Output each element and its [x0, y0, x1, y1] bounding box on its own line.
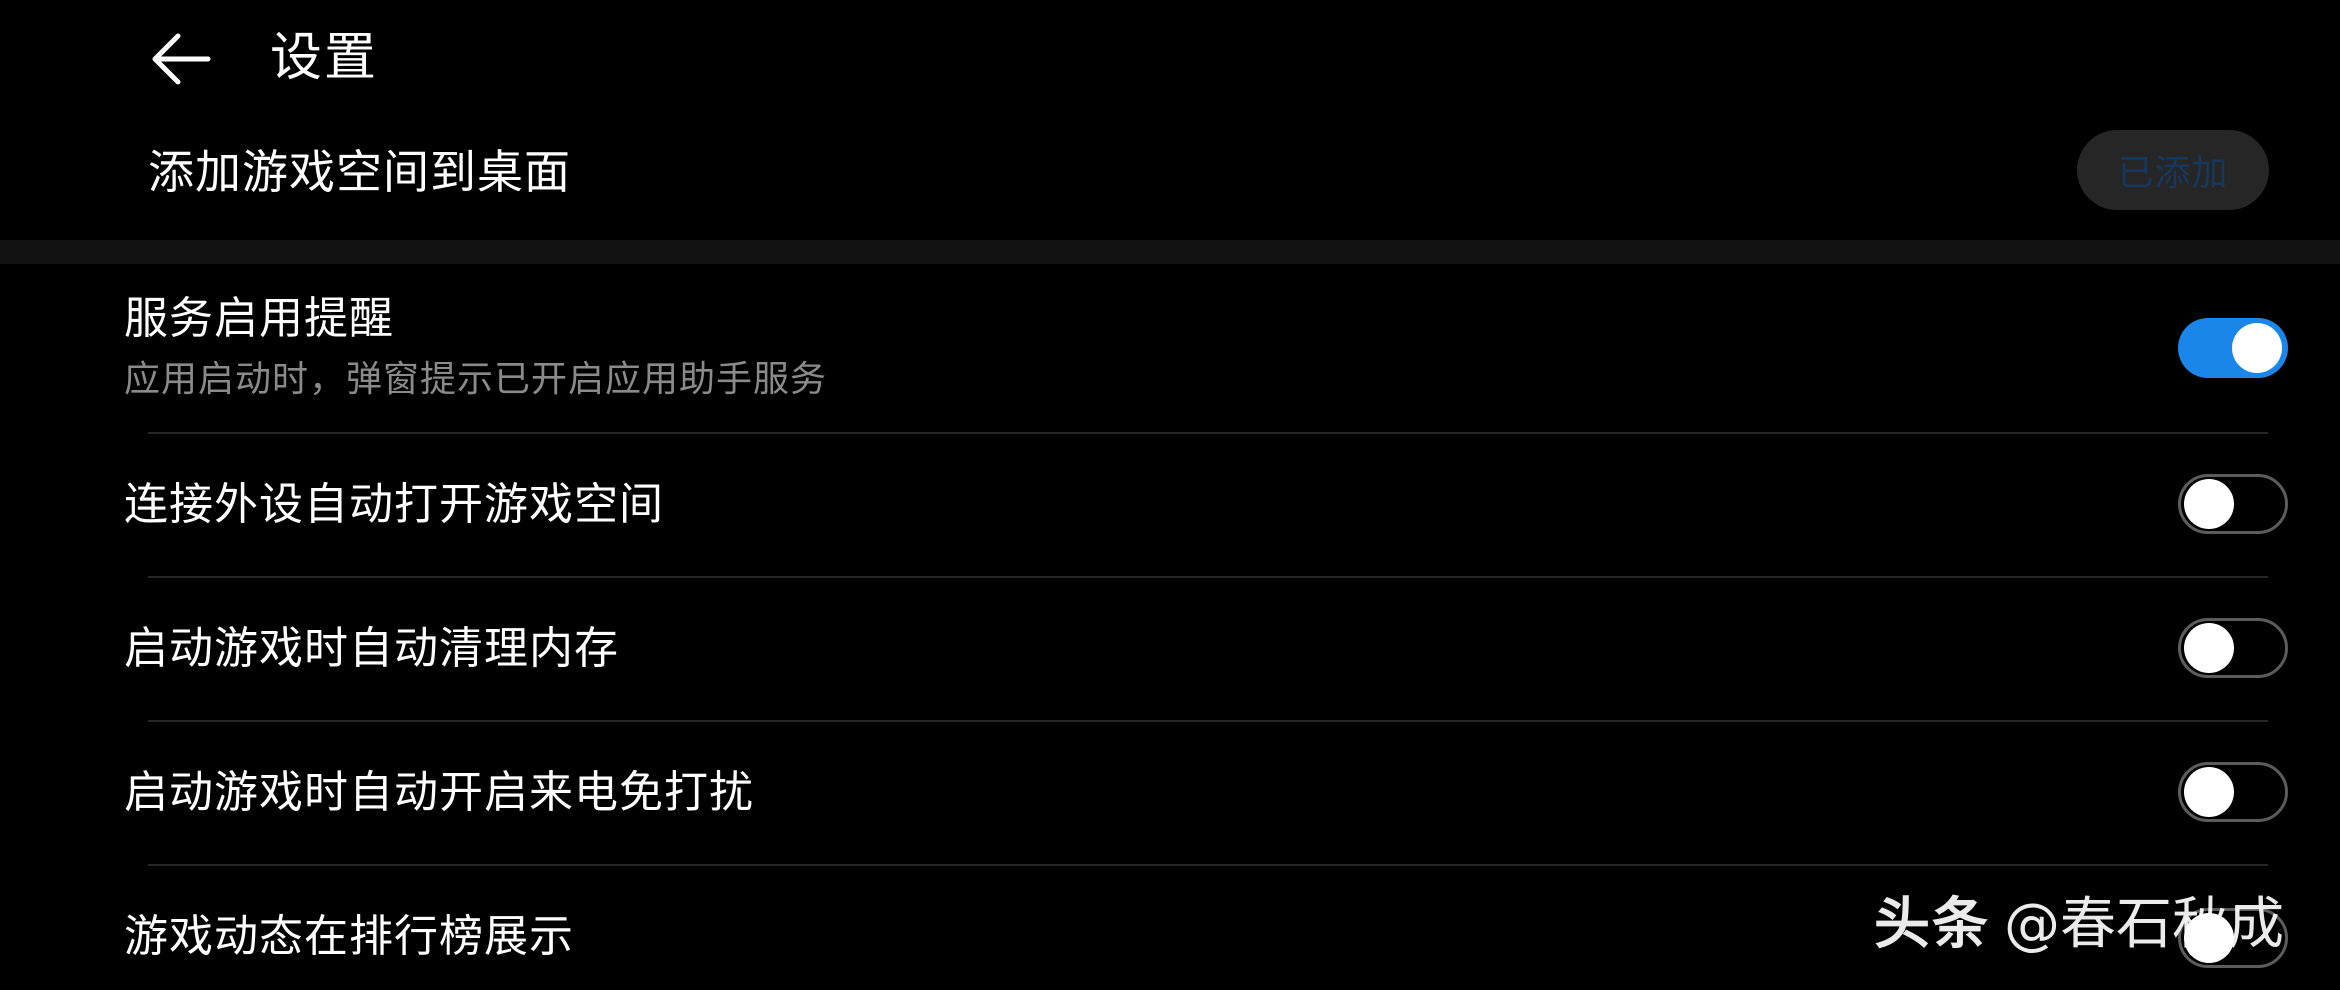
- setting-title: 启动游戏时自动开启来电免打扰: [124, 767, 754, 818]
- setting-row-peripheral-auto-open[interactable]: 连接外设自动打开游戏空间: [0, 434, 2340, 576]
- page-title: 设置: [270, 28, 379, 88]
- watermark: 头条 @春石秋成: [1874, 890, 2284, 960]
- add-to-desktop-row: 添加游戏空间到桌面 已添加: [0, 118, 2340, 240]
- auto-clear-memory-toggle[interactable]: [2178, 618, 2288, 678]
- add-to-desktop-label: 添加游戏空间到桌面: [148, 145, 571, 199]
- do-not-disturb-toggle[interactable]: [2178, 762, 2288, 822]
- setting-row-auto-clear-memory[interactable]: 启动游戏时自动清理内存: [0, 578, 2340, 720]
- toggle-knob: [2184, 623, 2234, 673]
- top-app-bar: 设置: [0, 0, 2340, 118]
- peripheral-auto-open-toggle[interactable]: [2178, 474, 2288, 534]
- section-divider: [0, 240, 2340, 264]
- setting-title: 连接外设自动打开游戏空间: [124, 479, 664, 530]
- watermark-handle: @春石秋成: [2004, 892, 2284, 957]
- setting-row-service-reminder[interactable]: 服务启用提醒 应用启动时，弹窗提示已开启应用助手服务: [0, 264, 2340, 432]
- setting-title: 启动游戏时自动清理内存: [124, 623, 619, 674]
- toggle-knob: [2232, 323, 2282, 373]
- setting-title: 游戏动态在排行榜展示: [124, 911, 574, 962]
- setting-title: 服务启用提醒: [124, 293, 394, 344]
- arrow-left-icon: [152, 33, 211, 85]
- service-reminder-toggle[interactable]: [2178, 318, 2288, 378]
- setting-subtitle: 应用启动时，弹窗提示已开启应用助手服务: [124, 359, 828, 400]
- toggle-knob: [2184, 479, 2234, 529]
- watermark-brand: 头条: [1874, 892, 1990, 957]
- back-button[interactable]: [146, 24, 216, 94]
- setting-row-do-not-disturb[interactable]: 启动游戏时自动开启来电免打扰: [0, 722, 2340, 864]
- toggle-knob: [2184, 767, 2234, 817]
- added-button[interactable]: 已添加: [2077, 130, 2269, 210]
